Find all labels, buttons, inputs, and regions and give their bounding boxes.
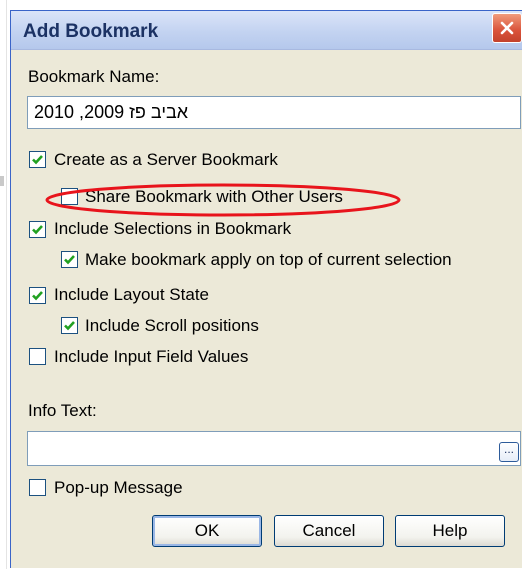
include-selections-label: Include Selections in Bookmark bbox=[54, 219, 292, 238]
share-bookmark-checkbox[interactable] bbox=[61, 188, 78, 205]
include-layout-checkbox[interactable] bbox=[29, 287, 46, 304]
include-scroll-checkbox[interactable] bbox=[61, 317, 78, 334]
checkmark-icon bbox=[32, 225, 43, 235]
cancel-button[interactable]: Cancel bbox=[274, 515, 384, 547]
background-page-edge bbox=[0, 0, 7, 569]
close-x-icon bbox=[500, 21, 514, 35]
include-selections-checkbox[interactable] bbox=[29, 221, 46, 238]
include-layout-label: Include Layout State bbox=[54, 285, 210, 304]
dialog-title: Add Bookmark bbox=[23, 21, 159, 42]
close-button[interactable] bbox=[492, 13, 522, 43]
info-text-field[interactable] bbox=[27, 431, 521, 466]
info-text-browse-button[interactable]: ... bbox=[499, 442, 519, 462]
server-bookmark-label: Create as a Server Bookmark bbox=[54, 150, 278, 169]
checkmark-icon bbox=[32, 155, 43, 165]
add-bookmark-dialog: Add Bookmark Bookmark Name: Create as a … bbox=[10, 10, 522, 568]
help-button[interactable]: Help bbox=[395, 515, 505, 547]
share-bookmark-label: Share Bookmark with Other Users bbox=[85, 187, 343, 206]
include-input-fields-checkbox[interactable] bbox=[29, 348, 46, 365]
page-scroll-marker bbox=[0, 176, 4, 186]
apply-on-top-checkbox[interactable] bbox=[61, 251, 78, 268]
include-scroll-label: Include Scroll positions bbox=[85, 316, 259, 335]
bookmark-name-label: Bookmark Name: bbox=[28, 67, 160, 86]
server-bookmark-checkbox[interactable] bbox=[29, 151, 46, 168]
bookmark-name-input[interactable] bbox=[28, 97, 520, 128]
popup-message-checkbox[interactable] bbox=[29, 479, 46, 496]
bookmark-name-field[interactable] bbox=[27, 96, 521, 129]
checkmark-icon bbox=[64, 321, 75, 331]
info-text-input[interactable] bbox=[28, 432, 520, 465]
title-bar[interactable]: Add Bookmark bbox=[11, 11, 522, 50]
include-input-fields-label: Include Input Field Values bbox=[54, 347, 249, 366]
ok-button[interactable]: OK bbox=[152, 515, 262, 547]
checkmark-icon bbox=[32, 291, 43, 301]
info-text-label: Info Text: bbox=[28, 401, 97, 420]
checkmark-icon bbox=[64, 255, 75, 265]
apply-on-top-label: Make bookmark apply on top of current se… bbox=[85, 250, 452, 269]
popup-message-label: Pop-up Message bbox=[54, 478, 183, 497]
